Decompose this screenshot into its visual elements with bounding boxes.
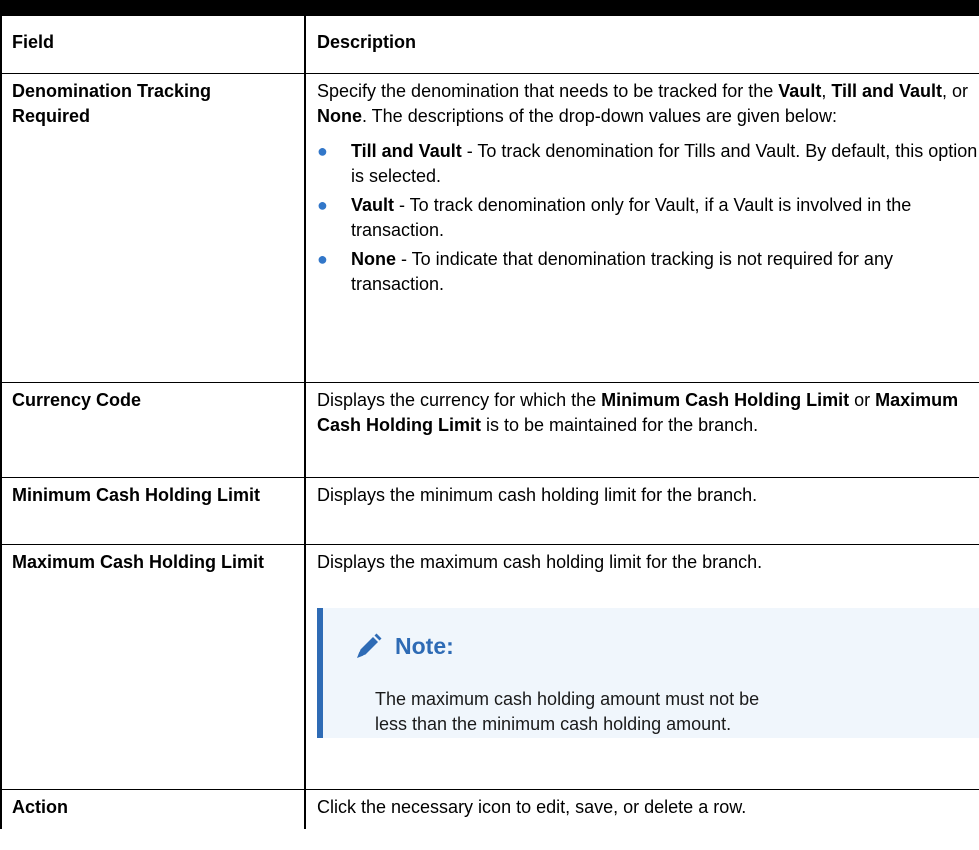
- note-header: Note:: [353, 632, 454, 662]
- table-row: Minimum Cash Holding Limit Displays the …: [0, 476, 979, 545]
- bullet-dot-icon: ●: [317, 248, 328, 269]
- bullet-dot-icon: ●: [317, 194, 328, 215]
- description-maximum-cash-holding-limit: Displays the maximum cash holding limit …: [304, 543, 979, 790]
- term-none: None: [317, 105, 362, 126]
- description-denomination-tracking: Specify the denomination that needs to b…: [304, 72, 979, 383]
- note-body: The maximum cash holding amount must not…: [375, 688, 760, 734]
- text: Specify the denomination that needs to b…: [317, 80, 779, 101]
- header-description: Description: [304, 16, 979, 74]
- table-row: Action Click the necessary icon to edit,…: [0, 788, 979, 829]
- table-row: Currency Code Displays the currency for …: [0, 381, 979, 478]
- denomination-options-list: ● Till and Vault - To track denomination …: [317, 139, 979, 297]
- header-field: Field: [0, 16, 306, 74]
- max-cash-description-text: Displays the maximum cash holding limit …: [317, 551, 763, 572]
- option-text: - To track denomination only for Vault, …: [351, 194, 912, 240]
- field-denomination-tracking: Denomination Tracking Required: [0, 72, 306, 383]
- field-description-table: Field Description Denomination Tracking …: [0, 16, 979, 829]
- text: . The descriptions of the drop-down valu…: [362, 105, 837, 126]
- field-currency-code: Currency Code: [0, 381, 306, 478]
- denomination-intro: Specify the denomination that needs to b…: [317, 79, 979, 129]
- list-item: ● None - To indicate that denomination tr…: [317, 247, 979, 297]
- description-currency-code: Displays the currency for which the Mini…: [304, 381, 979, 478]
- field-maximum-cash-holding-limit: Maximum Cash Holding Limit: [0, 543, 306, 790]
- text: ,: [821, 80, 832, 101]
- description-action: Click the necessary icon to edit, save, …: [304, 788, 979, 829]
- field-action: Action: [0, 788, 306, 829]
- bullet-dot-icon: ●: [317, 140, 328, 161]
- term-vault: Vault: [778, 80, 822, 101]
- text: Displays the currency for which the: [317, 389, 602, 410]
- option-term: None: [351, 248, 396, 269]
- term-till-and-vault: Till and Vault: [831, 80, 943, 101]
- list-item: ● Vault - To track denomination only for …: [317, 193, 979, 243]
- field-minimum-cash-holding-limit: Minimum Cash Holding Limit: [0, 476, 306, 545]
- option-text: - To indicate that denomination tracking…: [351, 248, 893, 294]
- text: , or: [942, 80, 969, 101]
- option-term: Till and Vault: [351, 140, 462, 161]
- text: or: [849, 389, 876, 410]
- description-minimum-cash-holding-limit: Displays the minimum cash holding limit …: [304, 476, 979, 545]
- table-row: Denomination Tracking Required Specify t…: [0, 72, 979, 383]
- table-row: Maximum Cash Holding Limit Displays the …: [0, 543, 979, 790]
- option-term: Vault: [351, 194, 395, 215]
- top-rule: [0, 0, 979, 16]
- list-item: ● Till and Vault - To track denomination …: [317, 139, 979, 189]
- term-minimum-cash-holding-limit: Minimum Cash Holding Limit: [601, 389, 850, 410]
- note-callout: Note: The maximum cash holding amount mu…: [317, 607, 979, 738]
- text: is to be maintained for the branch.: [481, 414, 759, 435]
- note-title: Note:: [395, 633, 454, 659]
- table-header-row: Field Description: [0, 16, 979, 74]
- pencil-icon: [353, 632, 383, 662]
